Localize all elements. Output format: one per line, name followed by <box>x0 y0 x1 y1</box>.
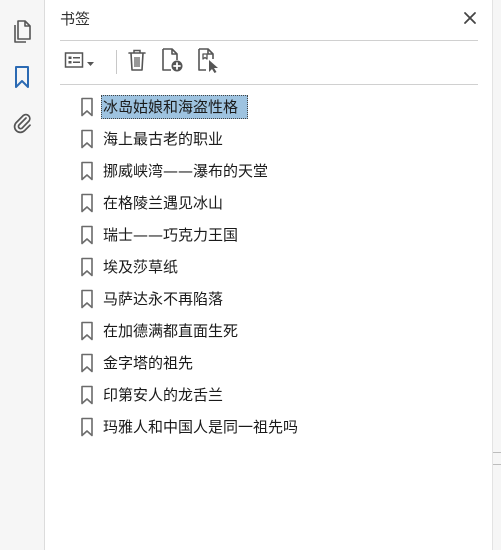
bookmarks-panel: 书签 冰岛姑娘和海盗性格 海上最古老的职业 挪威峡湾——瀑布的天堂 在格陵兰遇见… <box>45 0 493 550</box>
pages-button[interactable] <box>6 18 38 48</box>
panel-resize-edge[interactable] <box>492 0 501 550</box>
resize-grip-icon[interactable] <box>493 452 501 465</box>
new-bookmark-icon <box>159 47 185 77</box>
bookmark-item[interactable]: 瑞士——巧克力王国 <box>77 219 487 251</box>
bookmark-item[interactable]: 海上最古老的职业 <box>77 123 487 155</box>
bookmark-icon <box>77 321 97 341</box>
bookmark-list: 冰岛姑娘和海盗性格 海上最古老的职业 挪威峡湾——瀑布的天堂 在格陵兰遇见冰山 <box>77 91 487 443</box>
bookmark-icon <box>77 385 97 405</box>
delete-bookmark-button[interactable] <box>124 48 150 76</box>
bookmark-item[interactable]: 马萨达永不再陷落 <box>77 283 487 315</box>
bookmark-label[interactable]: 马萨达永不再陷落 <box>101 287 225 311</box>
attachments-button[interactable] <box>6 110 38 140</box>
new-bookmark-button[interactable] <box>158 48 186 76</box>
bookmark-label[interactable]: 在格陵兰遇见冰山 <box>101 191 225 215</box>
bookmark-label[interactable]: 瑞士——巧克力王国 <box>101 223 240 247</box>
toolbar-separator <box>116 50 117 74</box>
bookmark-item[interactable]: 在格陵兰遇见冰山 <box>77 187 487 219</box>
bookmark-label[interactable]: 冰岛姑娘和海盗性格 <box>101 95 249 119</box>
bookmark-label[interactable]: 印第安人的龙舌兰 <box>101 383 225 407</box>
header-divider <box>60 40 478 41</box>
bookmarks-toolbar <box>60 46 478 78</box>
bookmark-item[interactable]: 冰岛姑娘和海盗性格 <box>77 91 487 123</box>
bookmark-icon <box>77 161 97 181</box>
bookmark-item[interactable]: 在加德满都直面生死 <box>77 315 487 347</box>
close-button[interactable] <box>460 9 480 29</box>
bookmark-label[interactable]: 埃及莎草纸 <box>101 255 180 279</box>
close-icon <box>463 10 477 29</box>
bookmark-icon <box>13 65 31 93</box>
panel-header: 书签 <box>60 8 480 30</box>
trash-icon <box>127 48 147 76</box>
bookmark-cursor-icon <box>195 47 221 77</box>
bookmark-item[interactable]: 金字塔的祖先 <box>77 347 487 379</box>
bookmark-icon <box>77 193 97 213</box>
options-menu-icon <box>64 51 86 73</box>
bookmark-item[interactable]: 埃及莎草纸 <box>77 251 487 283</box>
bookmark-icon <box>77 225 97 245</box>
bookmark-icon <box>77 257 97 277</box>
toolbar-divider <box>60 84 478 85</box>
bookmark-item[interactable]: 印第安人的龙舌兰 <box>77 379 487 411</box>
chevron-down-icon <box>86 53 95 72</box>
bookmark-from-selection-button[interactable] <box>194 48 222 76</box>
paperclip-icon <box>11 111 33 139</box>
bookmarks-button[interactable] <box>6 64 38 94</box>
bookmark-item[interactable]: 挪威峡湾——瀑布的天堂 <box>77 155 487 187</box>
navigation-rail <box>0 0 45 550</box>
panel-title: 书签 <box>60 10 91 28</box>
bookmark-label[interactable]: 海上最古老的职业 <box>101 127 225 151</box>
bookmark-item[interactable]: 玛雅人和中国人是同一祖先吗 <box>77 411 487 443</box>
bookmark-icon <box>77 417 97 437</box>
bookmark-label[interactable]: 挪威峡湾——瀑布的天堂 <box>101 159 270 183</box>
bookmark-icon <box>77 353 97 373</box>
pages-icon <box>11 19 33 47</box>
bookmark-label[interactable]: 在加德满都直面生死 <box>101 319 240 343</box>
options-menu-button[interactable] <box>60 48 98 76</box>
bookmark-label[interactable]: 金字塔的祖先 <box>101 351 195 375</box>
bookmark-icon <box>77 97 97 117</box>
bookmark-label[interactable]: 玛雅人和中国人是同一祖先吗 <box>101 415 300 439</box>
bookmarks-window: 书签 冰岛姑娘和海盗性格 海上最古老的职业 挪威峡湾——瀑布的天堂 在格陵兰遇见… <box>0 0 501 550</box>
bookmark-icon <box>77 129 97 149</box>
bookmark-icon <box>77 289 97 309</box>
